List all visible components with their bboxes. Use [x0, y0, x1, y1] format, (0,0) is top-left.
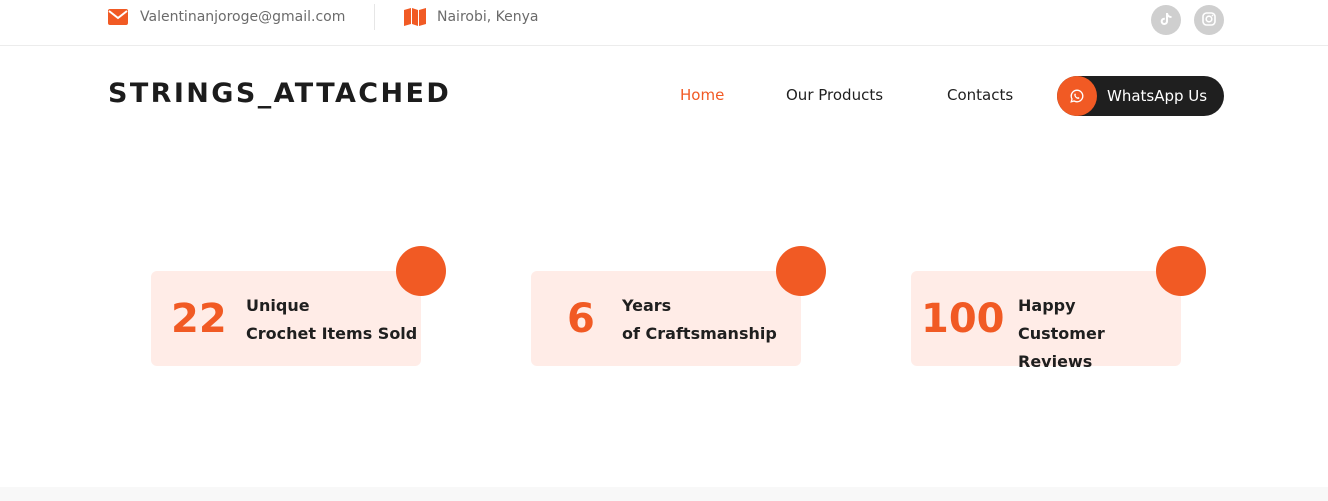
stat-number: 6	[567, 296, 595, 342]
stat-number: 22	[171, 296, 227, 342]
email-contact[interactable]: Valentinanjoroge@gmail.com	[107, 6, 345, 28]
top-bar: Valentinanjoroge@gmail.com Nairobi, Keny…	[0, 0, 1328, 46]
map-icon	[404, 7, 426, 27]
nav-home[interactable]: Home	[680, 86, 724, 104]
next-section-edge	[0, 487, 1328, 501]
instagram-icon	[1202, 11, 1216, 30]
stat-card-items-sold: 22 Unique Crochet Items Sold	[151, 246, 446, 366]
instagram-link[interactable]	[1194, 5, 1224, 35]
whatsapp-button[interactable]: WhatsApp Us	[1057, 76, 1224, 116]
nav-our-products[interactable]: Our Products	[786, 86, 883, 104]
stat-label-line2: Customer Reviews	[1018, 324, 1105, 371]
topbar-divider	[374, 4, 375, 30]
stat-label-line1: Unique	[246, 296, 310, 315]
email-text: Valentinanjoroge@gmail.com	[140, 9, 346, 25]
nav-contacts[interactable]: Contacts	[947, 86, 1013, 104]
envelope-icon	[107, 7, 129, 27]
stat-label-line2: Crochet Items Sold	[246, 324, 418, 343]
stat-decoration-dot	[776, 246, 826, 296]
location-text: Nairobi, Kenya	[437, 9, 539, 25]
brand-logo[interactable]: STRINGS_ATTACHED	[108, 78, 451, 109]
stat-card-reviews: 100 Happy Customer Reviews	[911, 246, 1206, 371]
main-header: STRINGS_ATTACHED Home Our Products Conta…	[0, 46, 1328, 146]
tiktok-icon	[1159, 11, 1173, 30]
stat-label-line2: of Craftsmanship	[622, 324, 777, 343]
whatsapp-button-label: WhatsApp Us	[1107, 87, 1208, 105]
stat-label: Unique Crochet Items Sold	[246, 292, 417, 348]
stat-decoration-dot	[1156, 246, 1206, 296]
stat-label-line1: Years	[622, 296, 672, 315]
stat-number: 100	[921, 296, 1005, 342]
stat-label: Happy Customer Reviews	[1018, 292, 1181, 376]
whatsapp-icon	[1057, 76, 1097, 116]
tiktok-link[interactable]	[1151, 5, 1181, 35]
stat-card-years: 6 Years of Craftsmanship	[531, 246, 826, 366]
stat-label-line1: Happy	[1018, 296, 1076, 315]
stat-label: Years of Craftsmanship	[622, 292, 777, 348]
location-contact: Nairobi, Kenya	[404, 6, 538, 28]
stat-decoration-dot	[396, 246, 446, 296]
